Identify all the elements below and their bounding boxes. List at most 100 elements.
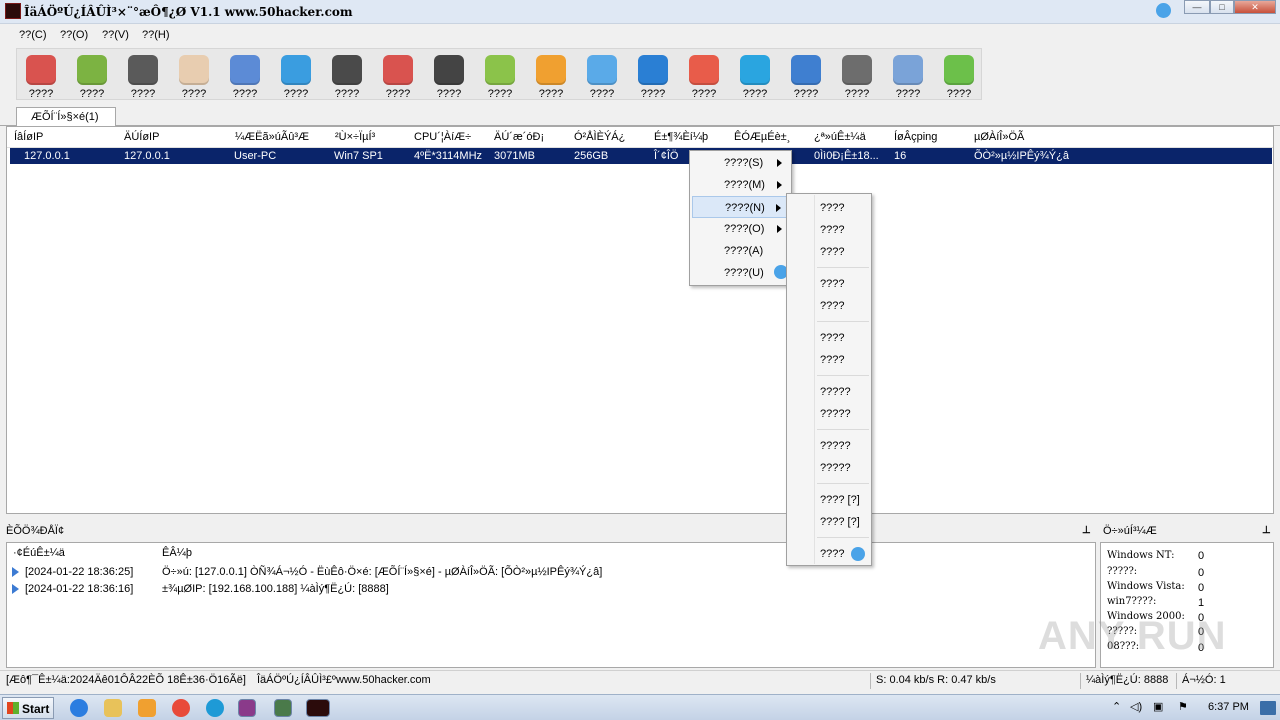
toolbar-button[interactable]: ???? — [578, 53, 626, 100]
edge-icon[interactable] — [206, 699, 224, 717]
column-header-video-device[interactable]: ÊÓÆµÉè±¸ — [734, 127, 790, 147]
toolbar-button[interactable]: ???? — [68, 53, 116, 100]
submenu-item[interactable]: ???? — [820, 246, 844, 258]
column-header-antivirus[interactable]: É±¶¾Èí¼þ — [654, 127, 708, 147]
column-header-computer-name[interactable]: ¼ÆËã»úÃû³Æ — [235, 127, 309, 147]
calendar-icon — [689, 55, 719, 85]
toolbar-button[interactable]: ???? — [170, 53, 218, 100]
cell-location: ÕÒ²»µ½IPÊý¾Ý¿â — [974, 150, 1069, 162]
submenu-item[interactable]: ???? — [820, 202, 844, 214]
submenu-item[interactable]: ???? — [820, 224, 844, 236]
internet-explorer-icon[interactable] — [70, 699, 88, 717]
cell-disk: 256GB — [574, 150, 609, 162]
toolbar-button[interactable]: ???? — [476, 53, 524, 100]
column-header-disk[interactable]: Ó²ÅÌÈÝÁ¿ — [574, 127, 625, 147]
column-header-uptime[interactable]: ¿ª»úÊ±¼ä — [814, 127, 866, 147]
menu-item-update[interactable]: ????(U) — [692, 262, 791, 284]
log-row[interactable]: [2024-01-22 18:36:25] Ö÷»ú: [127.0.0.1] … — [7, 564, 1095, 581]
toolbar-button[interactable]: ???? — [680, 53, 728, 100]
menu-item-other[interactable]: ????(O) — [692, 218, 791, 240]
toolbar-button-label: ???? — [895, 88, 921, 100]
table-row[interactable]: 127.0.0.1 127.0.0.1 User-PC Win7 SP1 4ºË… — [10, 148, 1272, 164]
toolbar-button[interactable]: ???? — [221, 53, 269, 100]
maximize-button[interactable]: □ — [1210, 0, 1234, 14]
menu-item-system[interactable]: ????(N) — [692, 196, 791, 218]
app-store-icon — [281, 55, 311, 85]
media-player-icon[interactable] — [138, 699, 156, 717]
submenu-item[interactable]: ????? — [820, 440, 851, 452]
submenu-item[interactable]: ???? — [820, 278, 844, 290]
submenu-item[interactable]: ???? — [820, 300, 844, 312]
toolbar-button[interactable]: ???? — [323, 53, 371, 100]
toolbar-button[interactable]: ???? — [833, 53, 881, 100]
status-divider — [870, 673, 871, 689]
log-header-time[interactable]: ·¢ÉúÊ±¼ä — [13, 547, 65, 559]
toolbar-button-label: ???? — [640, 88, 666, 100]
toolbar-button[interactable]: ???? — [119, 53, 167, 100]
menu-bar: ??(C) ??(O) ??(V) ??(H) — [0, 24, 1280, 46]
toolbar-button-label: ???? — [385, 88, 411, 100]
toolbar-button-label: ???? — [946, 88, 972, 100]
column-header-wan-ip[interactable]: ÍâÍøIP — [14, 127, 43, 147]
close-button[interactable]: ✕ — [1234, 0, 1276, 14]
submenu-item[interactable]: ???? — [820, 548, 844, 560]
log-row[interactable]: [2024-01-22 18:36:16] ±¾µØIP: [192.168.1… — [7, 581, 1095, 598]
toolbar-button[interactable]: ???? — [374, 53, 422, 100]
menu-connect[interactable]: ??(C) — [19, 29, 47, 41]
volume-icon[interactable]: ◁) — [1130, 700, 1142, 713]
network-tool-icon[interactable] — [274, 699, 292, 717]
stats-panel-title: Ö÷»úÍ³¼Æ — [1103, 525, 1157, 537]
show-desktop-icon[interactable] — [1260, 701, 1276, 715]
minimize-button[interactable]: — — [1184, 0, 1210, 14]
submenu-arrow-icon — [777, 181, 782, 189]
skype-icon — [740, 55, 770, 85]
winrar-icon[interactable] — [238, 699, 256, 717]
menu-options[interactable]: ??(O) — [60, 29, 88, 41]
submenu-item[interactable]: ???? [?] — [820, 494, 860, 506]
action-center-flag-icon[interactable]: ⚑ — [1178, 700, 1188, 713]
network-icon[interactable]: ▣ — [1153, 700, 1163, 713]
column-header-memory[interactable]: ÄÚ´æ´óÐ¡ — [494, 127, 544, 147]
toolbar-button-label: ???? — [691, 88, 717, 100]
submenu-item[interactable]: ???? [?] — [820, 516, 860, 528]
column-header-ping[interactable]: ÍøÂçping — [894, 127, 937, 147]
stat-value: 0 — [1198, 582, 1205, 594]
toolbar-button[interactable]: ???? — [782, 53, 830, 100]
toolbar-button[interactable]: ???? — [935, 53, 983, 100]
submenu-item[interactable]: ????? — [820, 386, 851, 398]
toolbar-button[interactable]: ???? — [17, 53, 65, 100]
column-header-lan-ip[interactable]: ÄÚÍøIP — [124, 127, 159, 147]
menu-item-all[interactable]: ????(A) — [692, 240, 791, 262]
column-header-cpu[interactable]: CPU´¦ÀíÆ÷ — [414, 127, 471, 147]
start-button[interactable]: Start — [2, 697, 54, 719]
toolbar-button[interactable]: ???? — [884, 53, 932, 100]
menu-item-screen[interactable]: ????(S) — [692, 152, 791, 174]
toolbar-button[interactable]: ???? — [527, 53, 575, 100]
toolbar-button[interactable]: ???? — [731, 53, 779, 100]
file-explorer-icon[interactable] — [104, 699, 122, 717]
menu-view[interactable]: ??(V) — [102, 29, 129, 41]
remote-control-app-icon[interactable] — [306, 699, 330, 717]
submenu-item[interactable]: ????? — [820, 408, 851, 420]
assistant-bubble-icon[interactable] — [1156, 3, 1171, 18]
tab-group-default[interactable]: ÆÕÍ¨Í»§×é(1) — [16, 107, 116, 127]
submenu-item[interactable]: ???? — [820, 332, 844, 344]
submenu-item[interactable]: ???? — [820, 354, 844, 366]
column-header-os[interactable]: ²Ù×÷ÏµÍ³ — [335, 127, 375, 147]
menu-separator — [817, 321, 869, 322]
submenu-item[interactable]: ????? — [820, 462, 851, 474]
pin-icon[interactable]: ⊥ — [1262, 525, 1271, 536]
column-header-location[interactable]: µØÀíÎ»ÖÃ — [974, 127, 1024, 147]
taskbar-clock[interactable]: 6:37 PM — [1208, 701, 1249, 713]
menu-help[interactable]: ??(H) — [142, 29, 170, 41]
pin-icon[interactable]: ⊥ — [1082, 525, 1091, 536]
chrome-icon[interactable] — [172, 699, 190, 717]
toolbar-button[interactable]: ???? — [272, 53, 320, 100]
toolbar-button[interactable]: ???? — [425, 53, 473, 100]
toolbar-button-label: ???? — [487, 88, 513, 100]
menu-item-manage[interactable]: ????(M) — [692, 174, 791, 196]
phone-icon — [944, 55, 974, 85]
tray-expand-icon[interactable]: ⌃ — [1112, 700, 1121, 713]
toolbar-button[interactable]: ???? — [629, 53, 677, 100]
log-header-event[interactable]: ÊÂ¼þ — [162, 547, 192, 559]
